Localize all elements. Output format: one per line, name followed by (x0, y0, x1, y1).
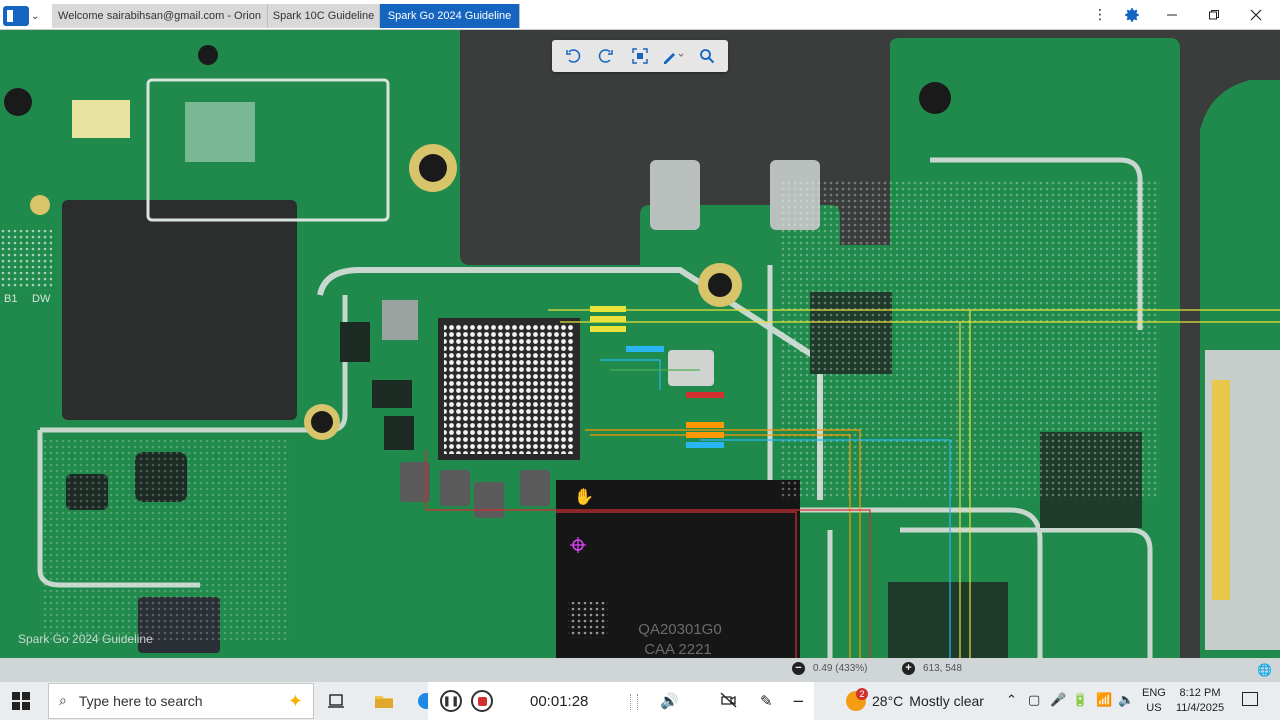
close-icon[interactable] (1244, 4, 1268, 26)
stop-recording-button[interactable] (471, 690, 493, 712)
wifi-icon[interactable]: 📶 (1096, 693, 1112, 708)
svg-text:✋: ✋ (574, 487, 594, 506)
drag-handle-icon[interactable] (630, 694, 638, 710)
chevron-up-icon[interactable]: ⌃ (1006, 693, 1017, 708)
tab-spark-go-2024[interactable]: Spark Go 2024 Guideline (380, 4, 520, 28)
meet-now-icon[interactable]: ▢ (1028, 693, 1040, 708)
microphone-icon[interactable]: 🎤 (1050, 693, 1066, 708)
guideline-watermark: Spark Go 2024 Guideline (18, 632, 153, 646)
camera-off-icon[interactable] (720, 692, 738, 712)
weather-widget[interactable]: 2 28°C Mostly clear (846, 682, 996, 720)
speaker-icon[interactable]: 🔊 (660, 692, 679, 710)
zoom-level: 0.49 (433%) (813, 663, 868, 674)
input-language[interactable]: ENG US (1142, 686, 1166, 716)
search-icon[interactable] (695, 44, 719, 68)
battery-icon[interactable]: 🔋 (1072, 693, 1088, 708)
language-region: US (1146, 702, 1162, 714)
silkscreen-dw: DW (32, 293, 51, 305)
task-view-icon[interactable] (326, 691, 346, 711)
taskbar-search-box[interactable]: ⌕ Type here to search ✦ (48, 683, 314, 719)
minimize-recorder-icon[interactable]: − (792, 692, 805, 710)
pcb-board-image: QA20301G0 CAA 2221 B1 DW ✋ (0, 30, 1280, 658)
search-placeholder: Type here to search (78, 693, 203, 709)
weather-badge: 2 (856, 688, 868, 700)
chevron-down-icon: ⌄ (31, 10, 40, 22)
fit-screen-icon[interactable] (628, 44, 652, 68)
volume-icon[interactable]: 🔈 (1118, 693, 1134, 708)
zoom-readout: − 0.49 (433%) (792, 662, 867, 675)
pen-icon[interactable]: ✎ (760, 692, 773, 710)
file-explorer-icon[interactable] (374, 691, 394, 711)
tab-welcome[interactable]: Welcome sairabihsan@gmail.com - Orion (52, 4, 268, 28)
rotate-right-icon[interactable] (594, 44, 618, 68)
emmc-marking-2: CAA 2221 (644, 641, 712, 658)
weather-text: Mostly clear (909, 693, 984, 709)
zoom-in-icon[interactable]: + (902, 662, 915, 675)
more-vertical-icon[interactable]: ⋮ (1090, 4, 1110, 26)
tab-spark-10c[interactable]: Spark 10C Guideline (268, 4, 380, 28)
clock-time: 8:12 PM (1179, 687, 1221, 699)
clock-date: 11/4/2025 (1175, 702, 1225, 714)
silkscreen-b1: B1 (4, 293, 17, 305)
title-bar: ⌄ Welcome sairabihsan@gmail.com - Orion … (0, 0, 1280, 30)
rotate-left-icon[interactable] (561, 44, 585, 68)
pause-recording-button[interactable]: ❚❚ (440, 690, 462, 712)
viewer-toolbar (552, 40, 728, 72)
recording-timer: 00:01:28 (530, 693, 589, 710)
windows-start-icon[interactable] (12, 692, 30, 710)
maximize-icon[interactable] (1202, 4, 1226, 26)
highlight-pen-icon[interactable] (662, 44, 686, 68)
weather-icon: 2 (846, 688, 868, 711)
zoom-out-icon[interactable]: − (792, 662, 805, 675)
system-clock[interactable]: 8:12 PM 11/4/2025 (1172, 686, 1228, 716)
weather-temp: 28°C (872, 693, 904, 709)
sparkle-icon: ✦ (287, 690, 303, 712)
status-bar: − 0.49 (433%) + 613, 548 🌐 (0, 658, 1280, 682)
app-menu-button[interactable]: ⌄ (3, 4, 43, 28)
language-code: ENG (1142, 687, 1166, 699)
notification-center-icon[interactable] (1242, 692, 1258, 706)
cursor-coordinates: 613, 548 (923, 663, 962, 674)
coords-readout: + 613, 548 (902, 662, 962, 675)
app-logo-icon (3, 6, 29, 26)
gear-icon[interactable] (1120, 4, 1144, 26)
minimize-icon[interactable] (1160, 4, 1184, 26)
screen-recorder-bar: ❚❚ 00:01:28 🔊 ✎ − (428, 682, 814, 720)
emmc-marking-1: QA20301G0 (638, 621, 721, 638)
search-icon: ⌕ (59, 693, 67, 709)
board-viewer-canvas[interactable]: QA20301G0 CAA 2221 B1 DW ✋ (0, 30, 1280, 658)
globe-icon[interactable]: 🌐 (1257, 663, 1272, 677)
